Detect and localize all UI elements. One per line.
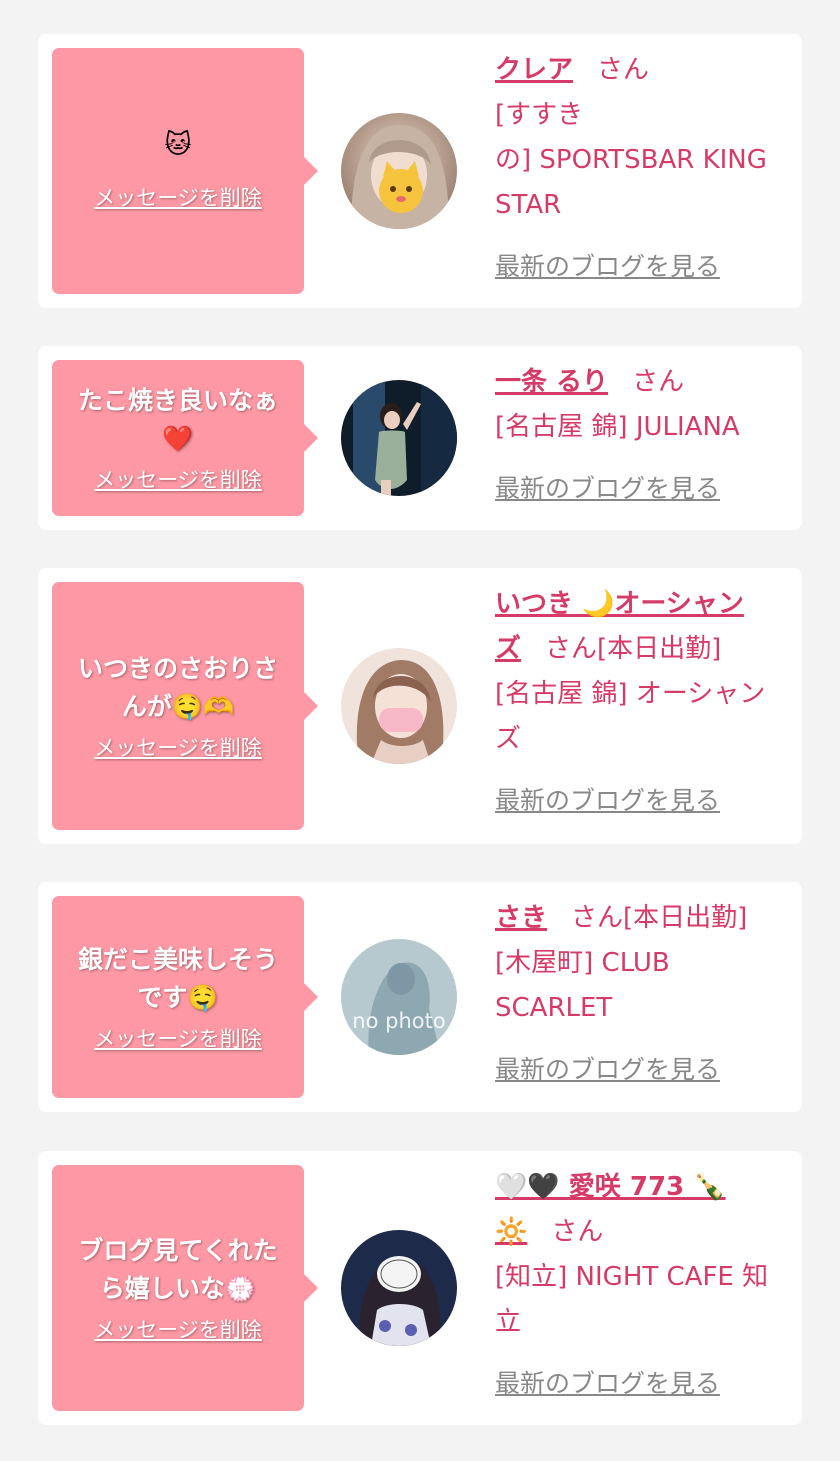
shop-line: STAR <box>495 190 562 220</box>
avatar[interactable] <box>341 113 457 229</box>
delete-message-link[interactable]: メッセージを削除 <box>94 1023 262 1053</box>
attendance-status: [本日出勤] <box>597 634 722 664</box>
message-bubble: 銀だこ美味しそう です🤤 メッセージを削除 <box>52 896 318 1098</box>
honorific: さん <box>597 55 650 85</box>
message-bubble: たこ焼き良いなぁ ❤️ メッセージを削除 <box>52 360 318 516</box>
avatar[interactable] <box>341 648 457 764</box>
avatar[interactable] <box>341 380 457 496</box>
message-text: 銀だこ美味しそう です🤤 <box>78 941 278 1017</box>
cast-info: 一条 るり さん [名古屋 錦] JULIANA 最新のブログを見る <box>495 360 791 512</box>
delete-message-link[interactable]: メッセージを削除 <box>94 732 262 762</box>
heart-emoji-icon: ❤️ <box>162 424 194 453</box>
cast-name-link[interactable]: 🤍🖤 愛咲 773 🍾 <box>495 1172 726 1202</box>
message-text: いつきのさおりさ んが🤤🫶 <box>78 650 278 726</box>
latest-blog-link[interactable]: 最新のブログを見る <box>495 244 720 289</box>
cat-emoji-icon: 🐱 <box>164 130 192 160</box>
delete-message-link[interactable]: メッセージを削除 <box>94 182 262 212</box>
message-bubble: 🐱 メッセージを削除 <box>52 48 318 294</box>
latest-blog-link[interactable]: 最新のブログを見る <box>495 1047 720 1092</box>
message-card: たこ焼き良いなぁ ❤️ メッセージを削除 一条 るり さん [名古屋 錦] JUL… <box>38 346 802 530</box>
name-row: ズさん[本日出勤] <box>495 627 791 672</box>
avatar[interactable] <box>341 1230 457 1346</box>
shop-line: [名古屋 錦] オーシャン <box>495 679 766 709</box>
cast-info: 🤍🖤 愛咲 773 🍾 🔆 さん [知立] NIGHT CAFE 知 立 最新のブ… <box>495 1165 791 1407</box>
shop-line: の] SPORTSBAR KING <box>495 145 767 175</box>
honorific: さん <box>632 367 685 397</box>
cast-info: いつき 🌙オーシャン ズさん[本日出勤] [名古屋 錦] オーシャン ズ 最新の… <box>495 582 791 824</box>
shop-line: 立 <box>495 1307 522 1337</box>
message-bubble: ブログ見てくれた ら嬉しいな💮 メッセージを削除 <box>52 1165 318 1411</box>
attendance-status: [本日出勤] <box>623 903 748 933</box>
message-text: ブログ見てくれた ら嬉しいな💮 <box>78 1232 277 1308</box>
honorific: さん <box>545 634 598 664</box>
shop-line: [すすき <box>495 100 584 130</box>
message-line: たこ焼き良いなぁ <box>77 386 278 415</box>
message-bubble: いつきのさおりさ んが🤤🫶 メッセージを削除 <box>52 582 318 830</box>
cast-name-link[interactable]: 🔆 <box>495 1217 527 1247</box>
cast-name-link[interactable]: さき <box>495 903 547 933</box>
shop-line: [名古屋 錦] JULIANA <box>495 412 740 442</box>
latest-blog-link[interactable]: 最新のブログを見る <box>495 778 720 823</box>
message-line: 銀だこ美味しそう <box>77 945 278 974</box>
name-row: さき さん[本日出勤] <box>495 896 791 941</box>
message-line: んが🤤🫶 <box>121 692 235 721</box>
message-card: 銀だこ美味しそう です🤤 メッセージを削除 no photo さき さん[本日出勤… <box>38 882 802 1112</box>
name-row: 🤍🖤 愛咲 773 🍾 <box>495 1165 791 1210</box>
message-card: 🐱 メッセージを削除 クレア さん [すすき の] SPORTSBAR KING… <box>38 34 802 308</box>
shop-line: [木屋町] CLUB <box>495 948 670 978</box>
cast-name-link[interactable]: いつき 🌙オーシャン <box>495 589 744 619</box>
honorific: さん <box>551 1217 604 1247</box>
name-row: いつき 🌙オーシャン <box>495 582 791 627</box>
shop-line: [知立] NIGHT CAFE 知 <box>495 1262 769 1292</box>
delete-message-link[interactable]: メッセージを削除 <box>94 1314 262 1344</box>
cast-name-link[interactable]: 一条 るり <box>495 367 608 397</box>
cast-info: さき さん[本日出勤] [木屋町] CLUB SCARLET 最新のブログを見る <box>495 896 791 1093</box>
message-text: たこ焼き良いなぁ ❤️ <box>78 382 278 458</box>
message-card: ブログ見てくれた ら嬉しいな💮 メッセージを削除 🤍🖤 愛咲 773 🍾 🔆 さん… <box>38 1151 802 1425</box>
delete-message-link[interactable]: メッセージを削除 <box>94 464 262 494</box>
cast-name-link[interactable]: ズ <box>495 634 521 664</box>
no-photo-label: no photo <box>352 1009 446 1033</box>
latest-blog-link[interactable]: 最新のブログを見る <box>495 466 720 511</box>
name-row: 一条 るり さん <box>495 360 791 405</box>
latest-blog-link[interactable]: 最新のブログを見る <box>495 1361 720 1406</box>
message-card: いつきのさおりさ んが🤤🫶 メッセージを削除 いつき 🌙オーシャン ズさん[本日… <box>38 568 802 844</box>
message-line: ブログ見てくれた <box>78 1236 278 1265</box>
avatar[interactable]: no photo <box>341 939 457 1055</box>
cast-name-link[interactable]: クレア <box>495 55 573 85</box>
name-row: 🔆 さん <box>495 1210 791 1255</box>
message-line: です🤤 <box>137 983 219 1012</box>
shop-line: ズ <box>495 724 522 754</box>
message-line: ら嬉しいな💮 <box>99 1274 257 1303</box>
message-line: いつきのさおりさ <box>77 654 278 683</box>
honorific: さん <box>571 903 624 933</box>
shop-line: SCARLET <box>495 993 613 1023</box>
cast-info: クレア さん [すすき の] SPORTSBAR KING STAR 最新のブログ… <box>495 48 791 290</box>
name-row: クレア さん <box>495 48 791 93</box>
